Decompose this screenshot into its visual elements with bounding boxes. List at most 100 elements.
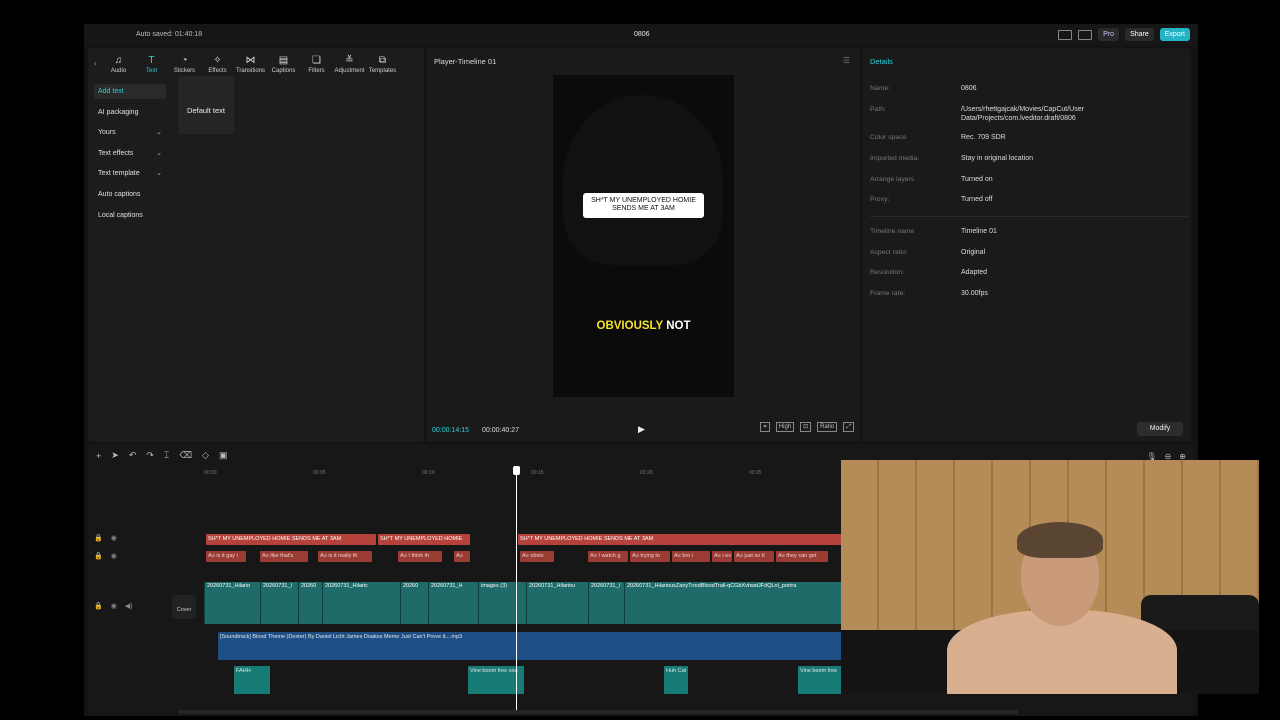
caption-clip[interactable]: A≡ is it really th <box>318 551 372 562</box>
mute-icon[interactable]: ◀) <box>125 602 133 610</box>
divider <box>870 216 1188 217</box>
modify-button[interactable]: Modify <box>1137 422 1183 436</box>
crop-icon[interactable]: ⌗ <box>760 422 770 432</box>
redo-icon[interactable]: ↷ <box>146 450 154 461</box>
select-tool-icon[interactable]: ➤ <box>111 450 119 461</box>
fullscreen-icon[interactable]: ⤢ <box>843 422 854 432</box>
sidebar-item-auto-captions[interactable]: Auto captions <box>94 187 166 202</box>
tool-audio[interactable]: ♫ Audio <box>102 56 135 76</box>
playhead-handle[interactable] <box>513 466 520 475</box>
tool-templates[interactable]: ⧉ Templates <box>366 56 399 76</box>
video-clip[interactable]: 20260731_Hilariou <box>526 582 588 624</box>
adjustment-icon: ≚ <box>345 55 354 66</box>
sfx-clip[interactable]: FAHH <box>234 666 270 694</box>
shortcuts-icon[interactable] <box>1078 29 1093 40</box>
timeline-scrollbar[interactable] <box>178 710 1018 714</box>
sidebar-item-text-effects[interactable]: Text effects ⌄ <box>94 146 166 161</box>
menu-icon[interactable]: ☰ <box>843 56 850 65</box>
video-clip[interactable]: images (3) <box>478 582 526 624</box>
export-button[interactable]: Export <box>1159 28 1190 41</box>
video-clip[interactable]: 20260 <box>298 582 322 624</box>
ratio-button[interactable]: Ratio <box>817 422 838 432</box>
sidebar-item-local-captions[interactable]: Local captions <box>94 208 166 223</box>
tool-transitions[interactable]: ⋈ Transitions <box>234 56 267 76</box>
layout-icon[interactable] <box>1058 29 1073 40</box>
text-clip[interactable]: SH*T MY UNEMPLOYED HOMIE SENDS ME AT 3AM <box>206 534 376 545</box>
frame-icon[interactable]: ▣ <box>219 450 228 461</box>
tool-adjustment[interactable]: ≚ Adjustment <box>333 56 366 76</box>
chevron-down-icon: ⌄ <box>156 170 162 178</box>
caption-clip[interactable]: A≡ bro i <box>672 551 710 562</box>
caption-clip[interactable]: A≡ obvio <box>520 551 554 562</box>
caption-clip[interactable]: A≡ I watch g <box>588 551 628 562</box>
sidebar-item-text-template[interactable]: Text template ⌄ <box>94 166 166 181</box>
share-button[interactable]: Share <box>1125 28 1154 41</box>
tool-filters[interactable]: ❏ Filters <box>300 56 333 76</box>
title-caption[interactable]: SH*T MY UNEMPLOYED HOMIE SENDS ME AT 3AM <box>583 193 704 218</box>
time-ruler[interactable]: 00:00 00:05 00:10 00:15 00:20 00:25 <box>204 468 844 478</box>
tool-text[interactable]: T Text <box>135 56 168 76</box>
eye-icon[interactable]: ◉ <box>111 534 117 542</box>
video-clip[interactable]: 20260731_I <box>588 582 624 624</box>
preview-scene <box>563 95 723 265</box>
eye-icon[interactable]: ◉ <box>111 602 117 610</box>
detail-value: Turned on <box>961 176 993 183</box>
video-clip[interactable]: 20260 <box>400 582 428 624</box>
sidebar-item-ai-packaging[interactable]: AI packaging <box>94 105 166 120</box>
sfx-clip[interactable]: Huh Cat <box>664 666 688 694</box>
detail-label: Proxy: <box>870 196 890 203</box>
timeline-toolbar: + ➤ ↶ ↷ ⌶ ⌫ ◇ ▣ <box>96 450 227 461</box>
lock-icon[interactable]: 🔒 <box>94 602 103 610</box>
caption-clip[interactable]: A≡ I think th <box>398 551 442 562</box>
subtitle-caption[interactable]: OBVIOUSLY NOT <box>553 320 734 332</box>
webcam-overlay <box>841 460 1259 694</box>
play-icon[interactable]: ▶ <box>638 424 645 435</box>
playhead[interactable] <box>513 466 520 714</box>
detail-label: Path: <box>870 106 886 113</box>
current-time: 00:00:14:15 <box>432 427 469 434</box>
split-icon[interactable]: ⌶ <box>164 450 169 461</box>
video-clip[interactable]: 20260731_HilariousZanyTroutBloodTrail-qC… <box>624 582 844 624</box>
add-track-icon[interactable]: + <box>96 451 101 461</box>
marker-icon[interactable]: ◇ <box>202 450 209 461</box>
text-clip[interactable]: SH*T MY UNEMPLOYED HOMIE <box>378 534 470 545</box>
lock-icon[interactable]: 🔒 <box>94 552 103 560</box>
player-title: Player-Timeline 01 <box>434 57 497 66</box>
eye-icon[interactable]: ◉ <box>111 552 117 560</box>
cover-button[interactable]: Cover <box>172 595 196 619</box>
video-clip[interactable]: 20260731_Hilario <box>204 582 260 624</box>
caption-clip[interactable]: A≡ <box>454 551 470 562</box>
video-preview[interactable]: SH*T MY UNEMPLOYED HOMIE SENDS ME AT 3AM… <box>553 75 734 397</box>
caption-clip[interactable]: A≡ just so tl <box>734 551 774 562</box>
caption-clip[interactable]: A≡ is it gay i <box>206 551 246 562</box>
lock-icon[interactable]: 🔒 <box>94 534 103 542</box>
audio-icon: ♫ <box>114 55 123 66</box>
video-clip[interactable]: 20260731_I <box>260 582 298 624</box>
title-bar: Auto saved: 01:40:18 0806 Pro Share Expo… <box>84 24 1198 46</box>
sidebar-item-yours[interactable]: Yours ⌄ <box>94 125 166 140</box>
tool-effects[interactable]: ✧ Effects <box>201 56 234 76</box>
details-panel: Details Name: 0806 Path: /Users/rhettgaj… <box>862 48 1191 442</box>
delete-icon[interactable]: ⌫ <box>179 450 192 461</box>
tool-captions[interactable]: ▤ Captions <box>267 56 300 76</box>
sfx-clip[interactable]: Vine boom free <box>798 666 844 694</box>
default-text-card[interactable]: Default text <box>178 76 234 134</box>
snapshot-icon[interactable]: ⊡ <box>800 422 812 432</box>
caption-clip[interactable]: A≡ like that's <box>260 551 308 562</box>
tool-stickers[interactable]: ◔ Stickers <box>168 56 201 76</box>
caption-clip[interactable]: A≡ trying to <box>630 551 670 562</box>
video-clip[interactable]: 20260731_H <box>428 582 478 624</box>
audio-clip[interactable]: [Soundtrack] Blood Theme (Dexter) By Dan… <box>218 632 844 660</box>
asset-toolbar: ♫ Audio T Text ◔ Stickers ✧ Effects ⋈ Transit… <box>88 48 424 76</box>
detail-value: /Users/rhettgajcak/Movies/CapCut/User Da… <box>961 106 1084 122</box>
video-clip[interactable]: 20260731_Hilaric <box>322 582 400 624</box>
text-icon: T <box>148 55 155 66</box>
text-clip[interactable]: SH*T MY UNEMPLOYED HOMIE SENDS ME AT 3AM <box>518 534 844 545</box>
project-title: 0806 <box>634 31 650 38</box>
sidebar-item-add-text[interactable]: Add text <box>94 84 166 99</box>
quality-button[interactable]: High <box>775 422 795 432</box>
caption-clip[interactable]: A≡ they can get <box>776 551 828 562</box>
pro-button[interactable]: Pro <box>1098 28 1120 41</box>
undo-icon[interactable]: ↶ <box>129 450 137 461</box>
caption-clip[interactable]: A≡ i ev <box>712 551 732 562</box>
